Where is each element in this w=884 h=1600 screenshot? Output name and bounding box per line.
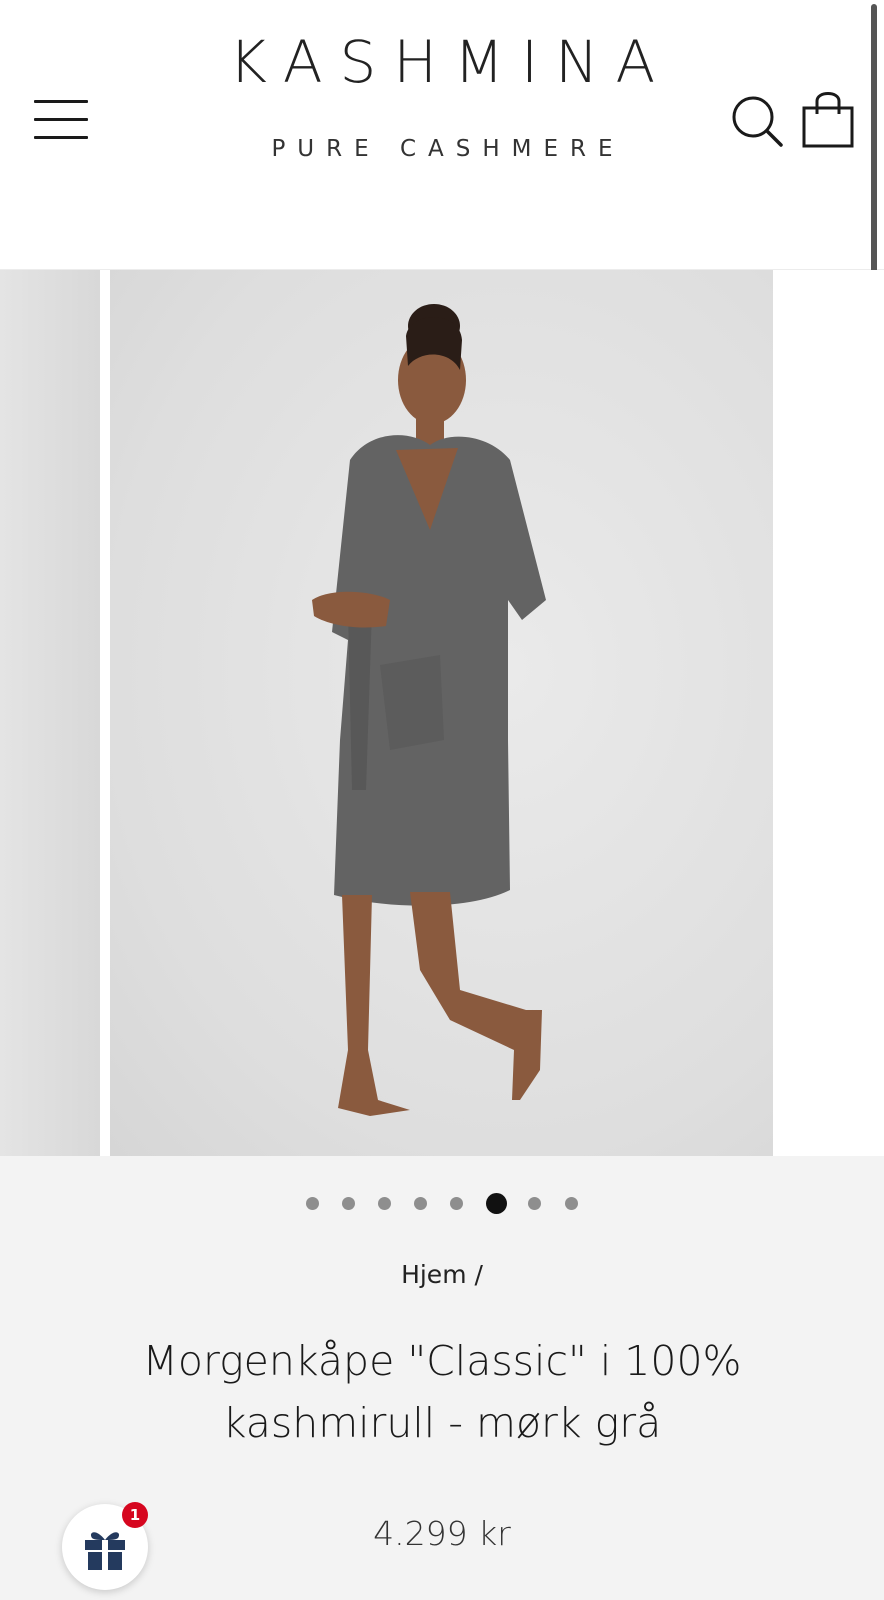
- pagination-dot[interactable]: [414, 1197, 427, 1210]
- site-header: KASHMINA PURE CASHMERE: [0, 0, 884, 270]
- shopping-bag-icon: [802, 92, 854, 148]
- pagination-dot-active[interactable]: [486, 1193, 507, 1214]
- product-page: KASHMINA PURE CASHMERE Hjem / Morgenkåpe…: [0, 0, 884, 1600]
- breadcrumb[interactable]: Hjem /: [0, 1258, 884, 1292]
- pagination-dot[interactable]: [378, 1197, 391, 1210]
- gallery-slide-main[interactable]: [110, 270, 858, 1156]
- pagination-dot[interactable]: [565, 1197, 578, 1210]
- search-button[interactable]: [730, 94, 786, 150]
- product-title: Morgenkåpe "Classic" i 100% kashmirull -…: [142, 1337, 742, 1447]
- notification-badge: 1: [122, 1502, 148, 1528]
- pagination-dot[interactable]: [342, 1197, 355, 1210]
- cart-button[interactable]: [800, 88, 856, 152]
- search-icon: [732, 96, 783, 147]
- pagination-dot[interactable]: [306, 1197, 319, 1210]
- pagination-dot[interactable]: [450, 1197, 463, 1210]
- logo-wordmark: KASHMINA: [228, 28, 673, 96]
- product-gallery[interactable]: [0, 270, 884, 1156]
- gallery-slide-previous[interactable]: [0, 270, 100, 1156]
- gallery-slide-next[interactable]: [782, 270, 884, 1156]
- gallery-pagination: [0, 1192, 884, 1216]
- gift-icon: [85, 1532, 125, 1570]
- page-scrollbar[interactable]: [871, 4, 877, 306]
- product-photo: [312, 304, 546, 1116]
- pagination-dot[interactable]: [528, 1197, 541, 1210]
